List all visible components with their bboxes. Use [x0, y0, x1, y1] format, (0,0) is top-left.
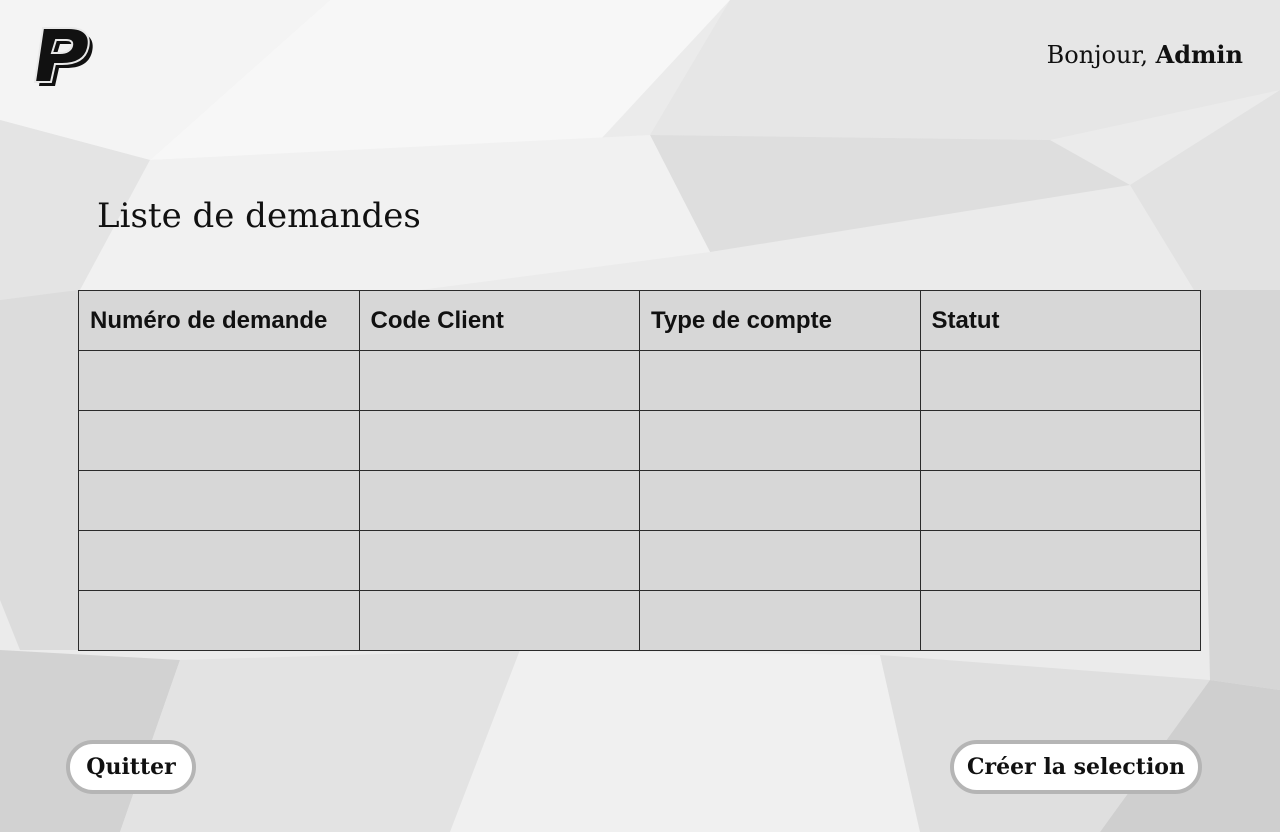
table-cell[interactable]: [639, 470, 921, 531]
greeting: Bonjour, Admin: [1047, 40, 1243, 69]
table-cell[interactable]: [639, 350, 921, 411]
table-cell[interactable]: [919, 470, 1201, 531]
table-cell[interactable]: [639, 410, 921, 471]
table-row[interactable]: [78, 470, 1201, 531]
table-cell[interactable]: [358, 590, 640, 651]
quit-button[interactable]: Quitter: [66, 740, 196, 794]
table-cell[interactable]: [358, 470, 640, 531]
column-header-status[interactable]: Statut: [919, 290, 1201, 351]
column-header-account-type[interactable]: Type de compte: [639, 290, 921, 351]
table-row[interactable]: [78, 410, 1201, 471]
requests-table: Numéro de demande Code Client Type de co…: [78, 290, 1201, 651]
table-header-row: Numéro de demande Code Client Type de co…: [78, 290, 1201, 351]
table-cell[interactable]: [639, 530, 921, 591]
create-selection-button[interactable]: Créer la selection: [950, 740, 1202, 794]
greeting-prefix: Bonjour,: [1046, 41, 1148, 69]
table-cell[interactable]: [78, 410, 360, 471]
paypal-logo-icon: [33, 27, 93, 86]
table-row[interactable]: [78, 530, 1201, 591]
user-name: Admin: [1155, 40, 1243, 69]
table-cell[interactable]: [78, 470, 360, 531]
table-cell[interactable]: [358, 530, 640, 591]
table-cell[interactable]: [919, 530, 1201, 591]
table-cell[interactable]: [78, 590, 360, 651]
table-cell[interactable]: [919, 590, 1201, 651]
table-cell[interactable]: [639, 590, 921, 651]
table-cell[interactable]: [358, 410, 640, 471]
column-header-request-number[interactable]: Numéro de demande: [78, 290, 360, 351]
table-cell[interactable]: [78, 530, 360, 591]
table-cell[interactable]: [358, 350, 640, 411]
table-cell[interactable]: [919, 350, 1201, 411]
page-title: Liste de demandes: [97, 196, 421, 236]
table-cell[interactable]: [78, 350, 360, 411]
table-row[interactable]: [78, 590, 1201, 651]
table-row[interactable]: [78, 350, 1201, 411]
column-header-client-code[interactable]: Code Client: [358, 290, 640, 351]
table-cell[interactable]: [919, 410, 1201, 471]
